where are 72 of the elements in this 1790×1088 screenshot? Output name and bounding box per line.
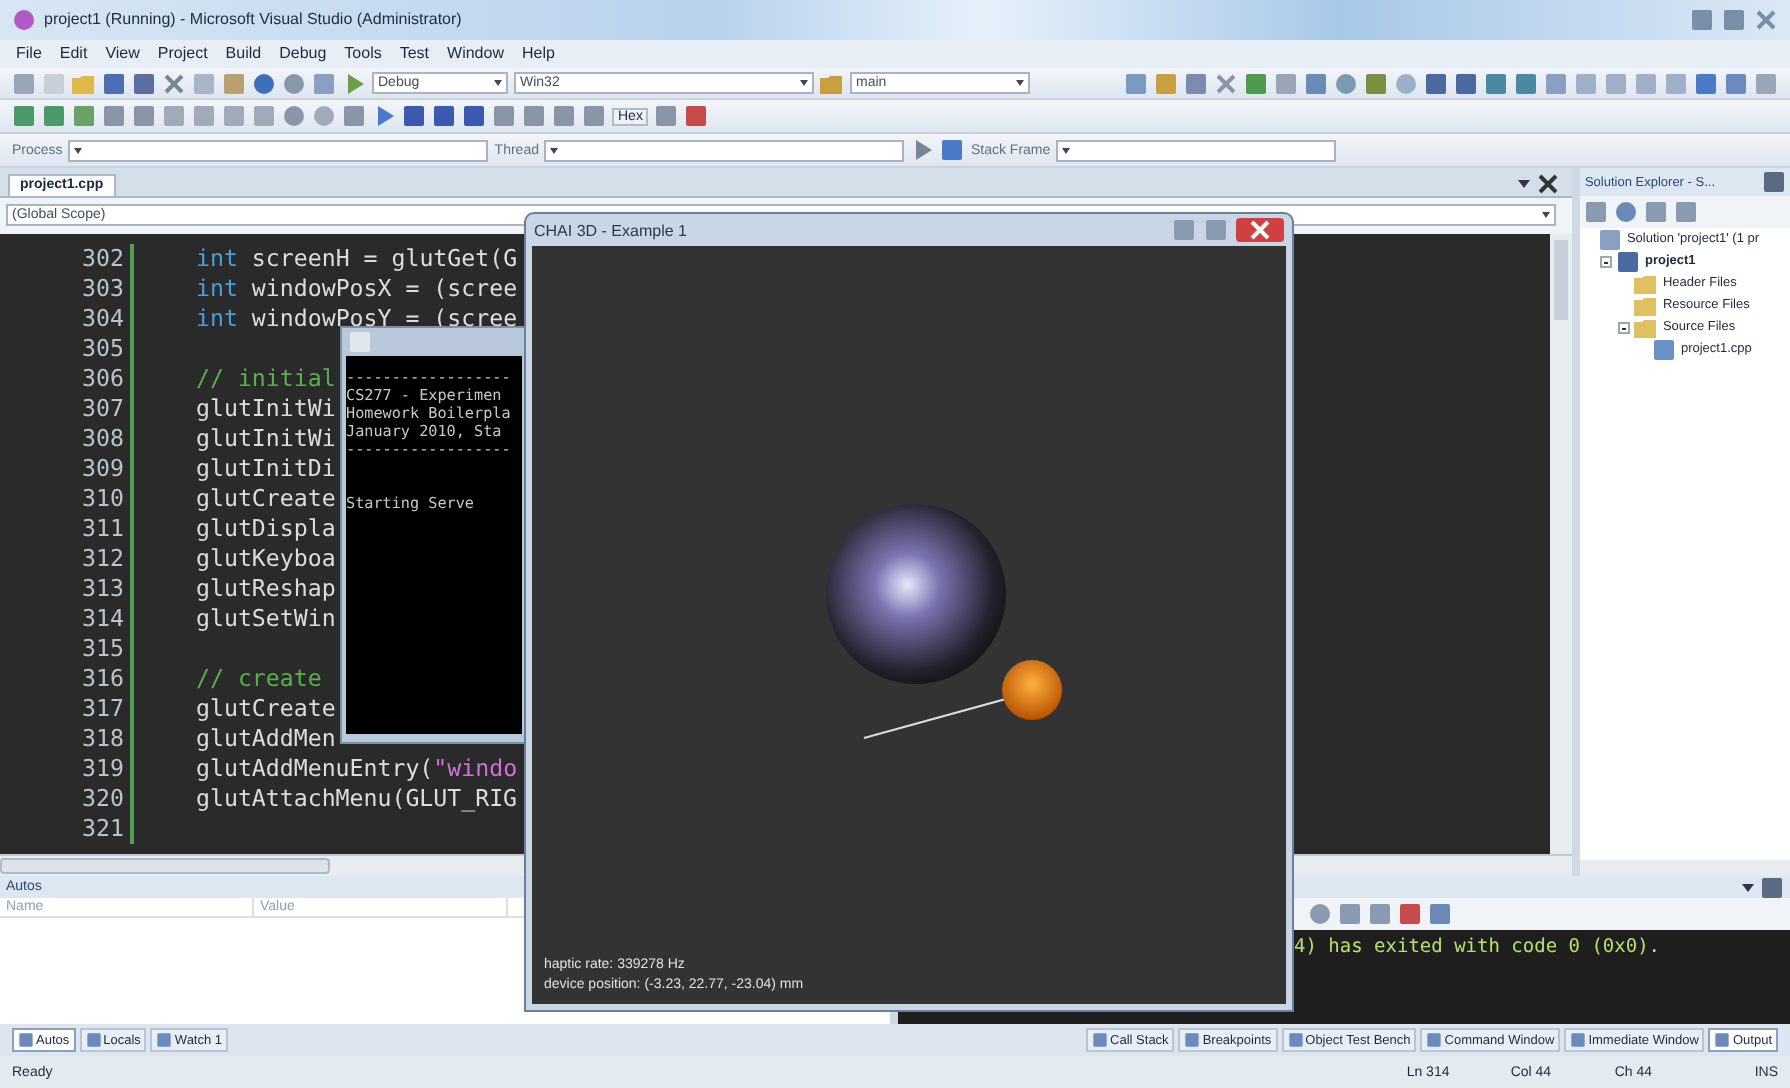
line-number: 319 (80, 754, 126, 783)
line-number: 307 (80, 394, 126, 423)
code-line: int screenH = glutGet(G (196, 244, 518, 273)
menu-item[interactable]: View (105, 44, 140, 63)
menu-item[interactable]: Edit (59, 44, 88, 63)
line-number: 308 (80, 424, 126, 453)
line-number: 317 (80, 694, 126, 723)
code-line: glutAddMenuEntry("windo (196, 754, 518, 783)
code-line: int windowPosX = (scree (196, 274, 518, 303)
menu-item[interactable]: Test (399, 44, 430, 63)
line-number: 316 (80, 664, 126, 693)
line-number: 310 (80, 484, 126, 513)
code-line: glutInitWi (196, 424, 336, 453)
line-number: 320 (80, 784, 126, 813)
close-icon[interactable] (1536, 171, 1561, 196)
line-number: 303 (80, 274, 126, 303)
code-line: // create (196, 664, 322, 693)
menu-item[interactable]: Tools (344, 44, 382, 63)
code-line: glutCreate (196, 694, 336, 723)
code-line: int windowPosY = (scree (196, 304, 518, 333)
code-line: glutSetWin (196, 604, 336, 633)
code-line: glutAddMen (196, 724, 336, 753)
menu-item[interactable]: Debug (279, 44, 327, 63)
window-title: project1 (Running) - Microsoft Visual Studio (Administrator) (44, 10, 462, 29)
menu-item[interactable]: Project (157, 44, 208, 63)
code-line: glutKeyboa (196, 544, 336, 573)
line-number: 315 (80, 634, 126, 663)
line-number: 321 (80, 814, 126, 843)
output-text: 4) has exited with code 0 (0x0). (1294, 936, 1663, 959)
expander[interactable] (1618, 321, 1631, 334)
code-line: glutAttachMenu(GLUT_RIG (196, 784, 518, 813)
stack-frame-dropdown[interactable] (1056, 139, 1337, 162)
code-line: glutInitWi (196, 394, 336, 423)
line-number: 306 (80, 364, 126, 393)
pin-icon[interactable] (1760, 875, 1784, 900)
line-number: 313 (80, 574, 126, 603)
menu-item[interactable]: Build (225, 44, 262, 63)
horizontal-scrollbar[interactable] (1580, 860, 1790, 877)
app-icon (12, 7, 36, 32)
folder-icon (1634, 293, 1659, 318)
folder-icon (1634, 271, 1659, 296)
menu-item[interactable]: Window (447, 44, 504, 63)
line-number: 305 (80, 334, 126, 363)
window-title: CHAI 3D - Example 1 (534, 221, 687, 239)
code-line: glutCreate (196, 484, 336, 513)
code-line: // initial (196, 364, 336, 393)
expander[interactable] (1600, 255, 1613, 268)
horizontal-scrollbar[interactable] (0, 858, 330, 875)
code-line: glutDispla (196, 514, 336, 543)
thread-dropdown[interactable] (544, 139, 905, 162)
close-button[interactable] (1236, 218, 1284, 242)
play-icon[interactable] (342, 71, 366, 96)
vertical-scrollbar[interactable] (1550, 233, 1573, 855)
line-number: 311 (80, 514, 126, 543)
dropdown-arrow-icon[interactable] (1742, 883, 1754, 892)
dropdown-arrow-icon[interactable] (1518, 179, 1531, 188)
menu-item[interactable]: Help (521, 44, 555, 63)
folder-icon (1634, 315, 1659, 340)
line-number: 312 (80, 544, 126, 573)
pin-icon[interactable] (1762, 170, 1786, 195)
console-icon (348, 330, 372, 354)
code-line: glutReshap (196, 574, 336, 603)
process-dropdown[interactable] (68, 139, 489, 162)
line-number: 309 (80, 454, 126, 483)
line-number: 302 (80, 244, 126, 273)
code-line: glutInitDi (196, 454, 336, 483)
line-number: 304 (80, 304, 126, 333)
circle-icon[interactable] (312, 104, 336, 129)
line-number: 314 (80, 604, 126, 633)
line-number: 318 (80, 724, 126, 753)
menu-item[interactable]: File (16, 44, 42, 63)
play-icon[interactable] (372, 104, 396, 129)
